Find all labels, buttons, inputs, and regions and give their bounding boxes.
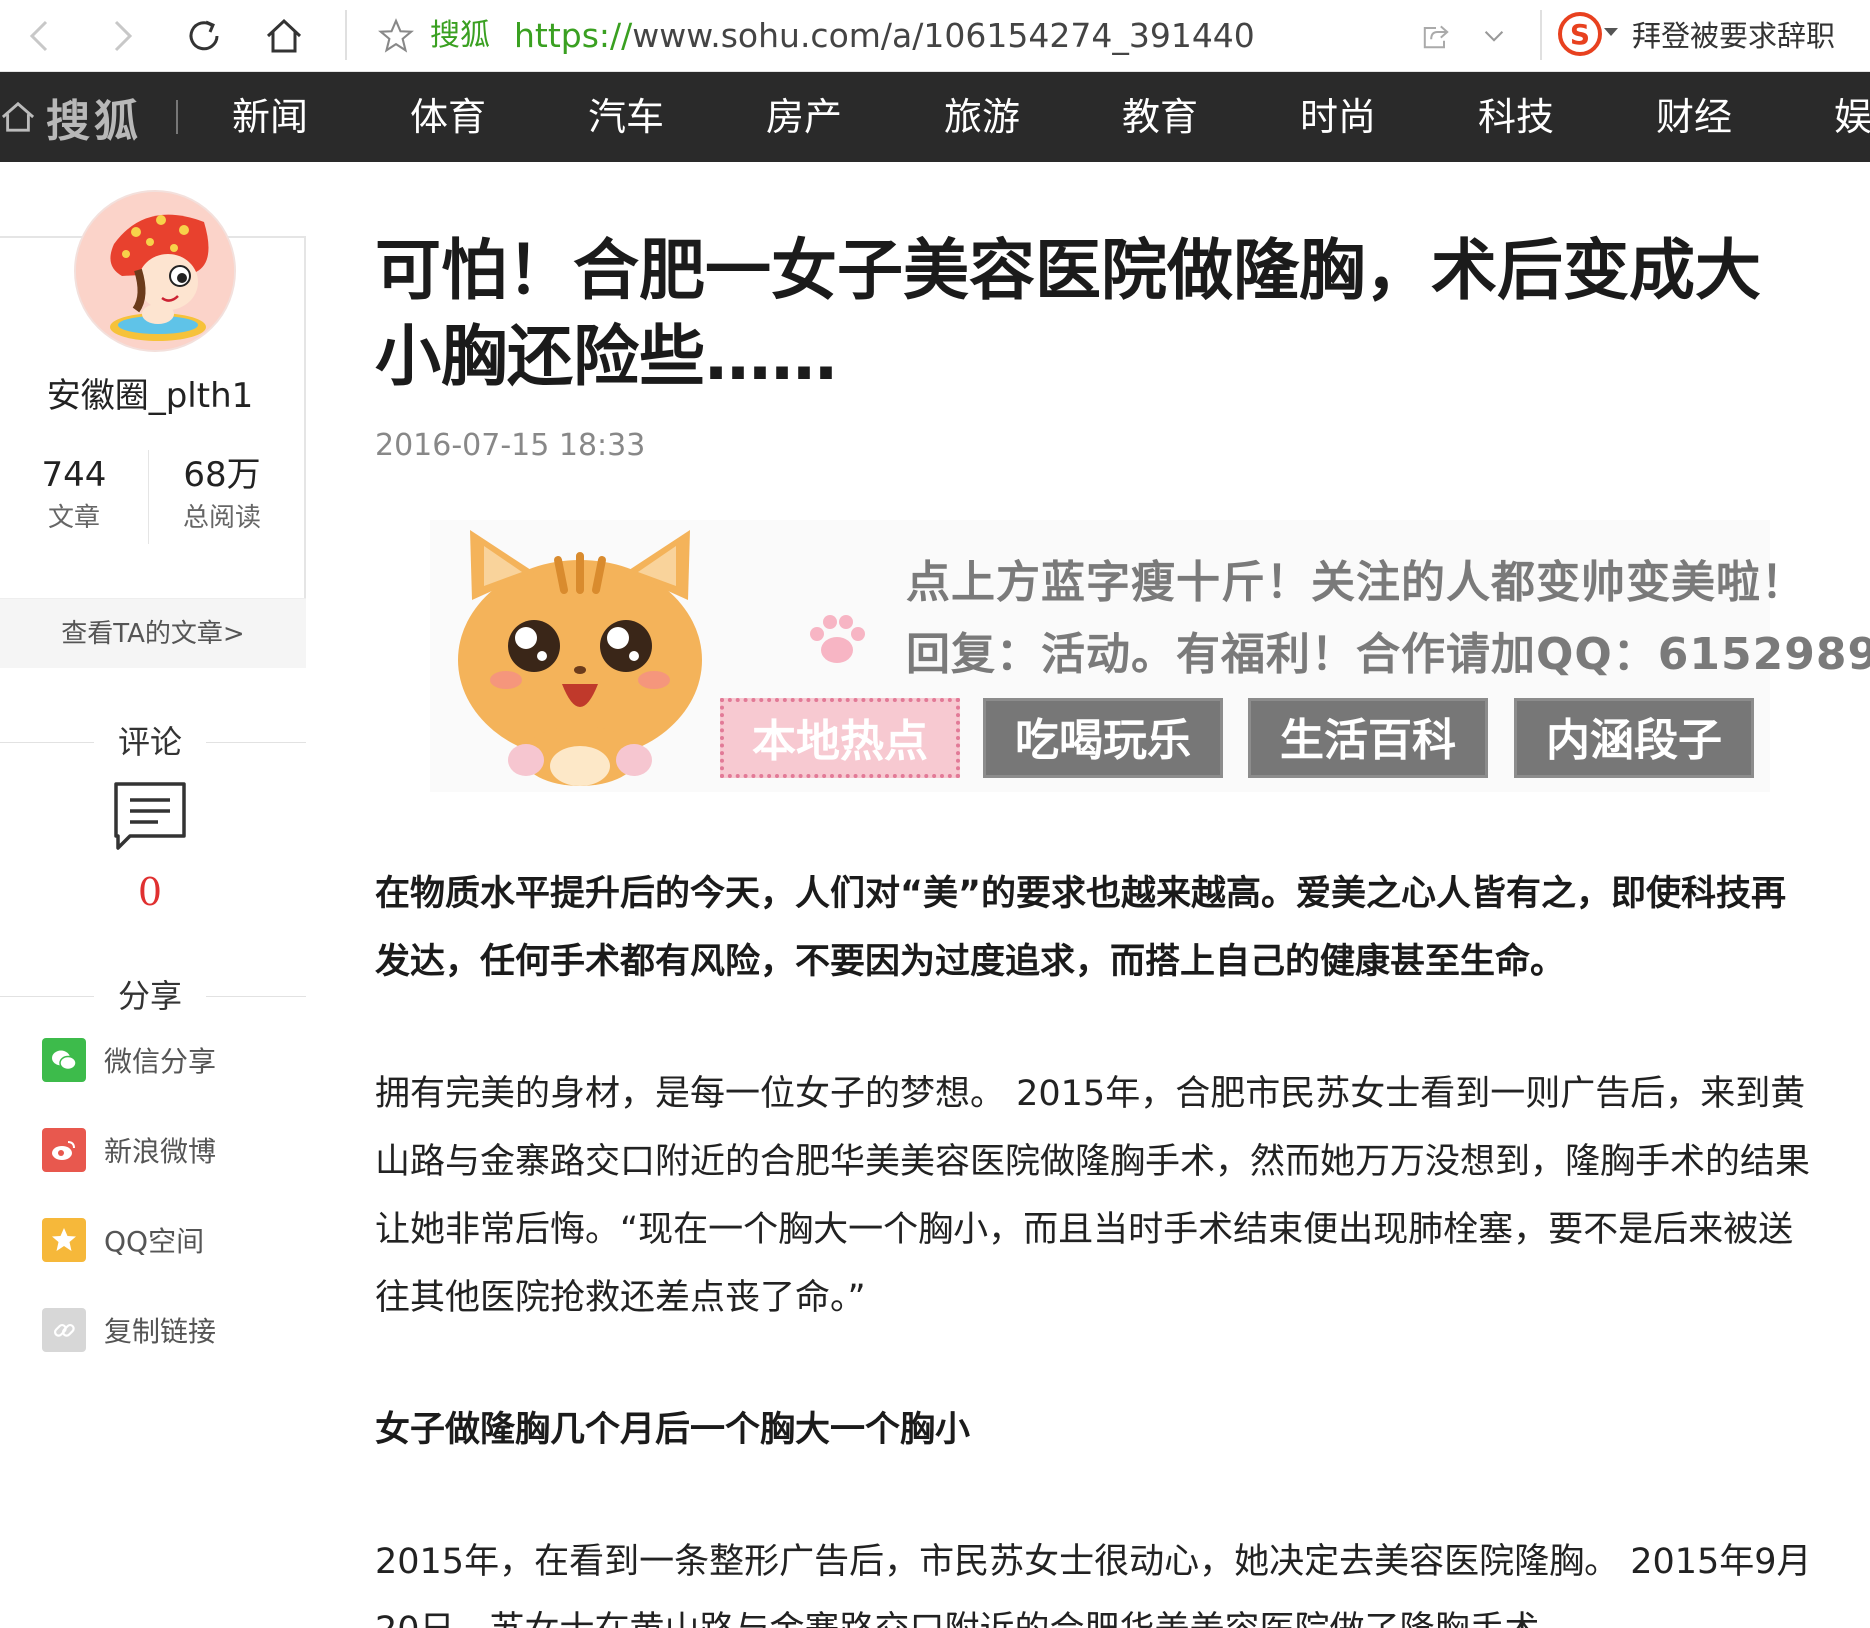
- copy-link-label: 复制链接: [104, 1315, 217, 1348]
- cartoon-cat-image: [458, 530, 702, 786]
- home-button[interactable]: [258, 10, 310, 62]
- comment-icon: [114, 782, 186, 850]
- reads-label: 总阅读: [182, 503, 261, 533]
- cartoon-avatar-image: [76, 192, 234, 350]
- sohu-brand[interactable]: 搜狐: [0, 72, 178, 162]
- banner-tag-jokes: 内涵段子: [1514, 698, 1754, 778]
- article-lead-paragraph: 在物质水平提升后的今天，人们对“美”的要求也越来越高。爱美之心人皆有之，即使科技…: [375, 874, 1787, 982]
- paw-icon: [810, 615, 865, 663]
- reads-count: 68万: [183, 455, 261, 495]
- home-icon[interactable]: [0, 72, 36, 162]
- channel-edu[interactable]: 教育: [1122, 72, 1198, 162]
- author-avatar[interactable]: [74, 190, 236, 352]
- channel-finance[interactable]: 财经: [1656, 72, 1732, 162]
- copy-link-button[interactable]: 复制链接: [42, 1306, 216, 1354]
- bookmark-star-button[interactable]: [372, 10, 420, 62]
- banner-tag-food-fun: 吃喝玩乐: [983, 698, 1223, 778]
- star-icon: [378, 18, 414, 53]
- header-rule: [206, 742, 306, 743]
- banner-tag-local-hot: 本地热点: [720, 698, 960, 778]
- link-icon: [42, 1308, 86, 1352]
- reads-stat: 68万 总阅读: [152, 452, 292, 538]
- share-wechat-label: 微信分享: [104, 1045, 217, 1078]
- share-qzone-button[interactable]: QQ空间: [42, 1216, 204, 1264]
- channel-tech[interactable]: 科技: [1478, 72, 1554, 162]
- reload-button[interactable]: [178, 10, 230, 62]
- article-timestamp: 2016-07-15 18:33: [375, 428, 646, 463]
- brand-divider: [176, 100, 178, 134]
- channel-fashion[interactable]: 时尚: [1300, 72, 1376, 162]
- address-dropdown-button[interactable]: [1474, 14, 1514, 58]
- article-subheading: 女子做隆胸几个月后一个胸大一个胸小: [375, 1410, 971, 1450]
- channel-house[interactable]: 房产: [766, 72, 842, 162]
- comment-count[interactable]: 0: [0, 870, 300, 914]
- arrow-left-icon: [29, 20, 48, 52]
- header-rule: [206, 996, 306, 997]
- channel-auto[interactable]: 汽车: [588, 72, 664, 162]
- share-page-button[interactable]: [1414, 14, 1458, 58]
- url-field[interactable]: https://www.sohu.com/a/106154274_391440: [514, 12, 1255, 60]
- hot-news-link[interactable]: 拜登被要求辞职: [1632, 12, 1835, 60]
- toolbar-divider: [1540, 10, 1542, 60]
- banner-line-2: 回复：活动。有福利！合作请加QQ：61529890: [906, 629, 1870, 680]
- caret-down-icon[interactable]: [1604, 28, 1618, 36]
- arrow-right-icon: [114, 20, 133, 52]
- share-qzone-label: QQ空间: [104, 1225, 205, 1258]
- share-section-header: 分享: [0, 976, 306, 1016]
- chevron-down-icon: [1484, 31, 1504, 42]
- share-icon: [1423, 25, 1449, 49]
- comments-section-header: 评论: [0, 722, 306, 762]
- home-icon: [266, 18, 302, 53]
- banner-line-1: 点上方蓝字瘦十斤！关注的人都变帅变美啦！: [906, 557, 1806, 608]
- stat-divider: [148, 450, 149, 544]
- channel-ent[interactable]: 娱: [1834, 72, 1870, 162]
- toolbar-divider: [345, 10, 347, 60]
- channel-navigation-bar: 搜狐 新闻 体育 汽车 房产 旅游 教育 时尚 科技 财经 娱: [0, 72, 1870, 162]
- view-author-articles-link[interactable]: 查看TA的文章>: [0, 598, 306, 668]
- articles-label: 文章: [47, 503, 100, 533]
- back-button[interactable]: [14, 10, 66, 62]
- browser-address-bar: 搜狐 https://www.sohu.com/a/106154274_3914…: [0, 0, 1870, 72]
- share-weibo-label: 新浪微博: [104, 1135, 217, 1168]
- banner-tag-life-tips: 生活百科: [1248, 698, 1488, 778]
- share-weibo-button[interactable]: 新浪微博: [42, 1126, 216, 1174]
- article-title: 可怕！合肥一女子美容医院做隆胸，术后变成大小胸还险些……: [375, 232, 1761, 395]
- reload-icon: [189, 20, 219, 51]
- article-paragraph-1: 拥有完美的身材，是每一位女子的梦想。 2015年，合肥市民苏女士看到一则广告后，…: [375, 1074, 1811, 1318]
- articles-stat: 744 文章: [4, 452, 144, 538]
- qzone-icon: [42, 1218, 86, 1262]
- channel-news[interactable]: 新闻: [232, 72, 308, 162]
- weibo-icon: [42, 1128, 86, 1172]
- search-engine-logo[interactable]: S: [1558, 12, 1602, 56]
- articles-count: 744: [41, 455, 107, 495]
- channel-travel[interactable]: 旅游: [944, 72, 1020, 162]
- sohu-logo[interactable]: 搜狐: [46, 85, 142, 149]
- share-wechat-button[interactable]: 微信分享: [42, 1036, 216, 1084]
- url-path: www.sohu.com/a/106154274_391440: [632, 16, 1255, 55]
- site-name: 搜狐: [430, 18, 490, 53]
- comment-button[interactable]: [112, 780, 188, 852]
- url-scheme: https://: [514, 16, 633, 55]
- channel-sports[interactable]: 体育: [410, 72, 486, 162]
- author-name[interactable]: 安徽圈_plth1: [0, 368, 300, 417]
- promo-banner-image: 点上方蓝字瘦十斤！关注的人都变帅变美啦！ 回复：活动。有福利！合作请加QQ：61…: [430, 520, 1870, 792]
- forward-button[interactable]: [96, 10, 148, 62]
- article-paragraph-2: 2015年，在看到一条整形广告后，市民苏女士很动心，她决定去美容医院隆胸。 20…: [375, 1542, 1812, 1628]
- wechat-icon: [42, 1038, 86, 1082]
